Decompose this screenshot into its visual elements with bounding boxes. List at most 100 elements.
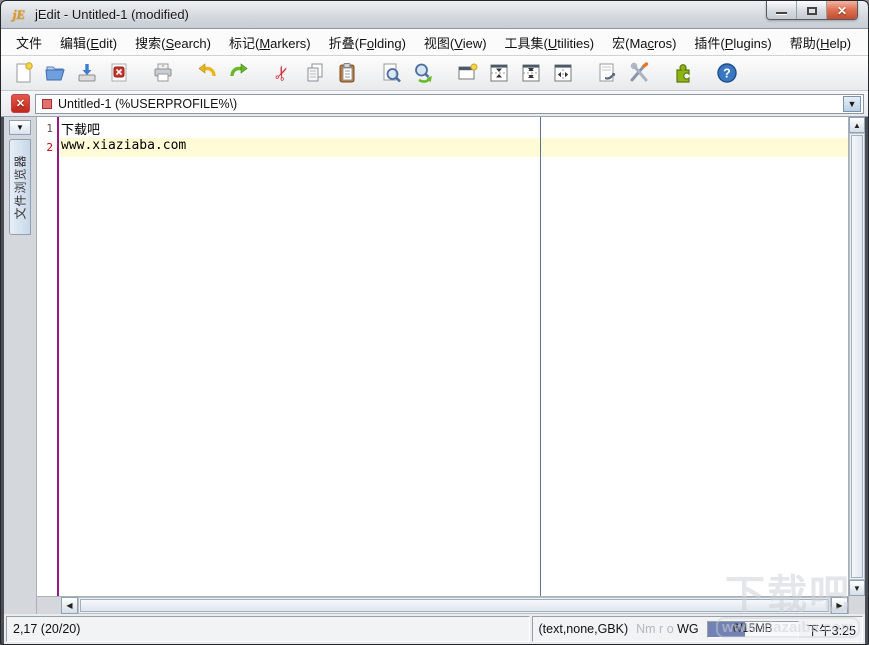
menu-search[interactable]: 搜索(Search) [126,29,220,56]
minimize-button[interactable] [767,1,797,19]
close-buffer-icon [111,63,127,82]
buffer-modified-icon [42,98,52,109]
split-horizontal-icon [522,64,540,82]
menu-view[interactable]: 视图(View) [415,29,496,56]
maximize-icon [806,6,817,15]
dock-menu-button[interactable]: ▼ [9,120,31,135]
left-dock: ▼ 文件浏览器 [4,117,37,614]
editor-line[interactable]: 下载吧 [59,119,848,138]
new-view-button[interactable] [451,58,483,88]
scroll-right-button[interactable]: ▶ [831,597,848,614]
scroll-down-button[interactable]: ▼ [849,580,865,596]
hscroll-spacer [37,597,61,614]
memory-status[interactable]: 6/15MB [706,620,799,638]
save-file-button[interactable] [71,58,103,88]
menu-bar: 文件 编辑(Edit) 搜索(Search) 标记(Markers) 折叠(Foldin… [1,29,868,56]
unsplit-icon [490,64,508,82]
status-flags-inactive: Nm r o [636,622,674,636]
find-next-button[interactable] [407,58,439,88]
paste-button[interactable] [331,58,363,88]
close-button[interactable]: ✕ [827,1,857,19]
plugin-manager-icon [676,64,690,83]
horizontal-scrollbar: ◀ ▶ [37,596,848,614]
new-file-icon [16,62,33,83]
close-buffer-button[interactable]: ✕ [11,94,30,113]
save-file-icon [78,64,96,82]
buffer-dropdown-button[interactable]: ▼ [843,95,861,112]
jedit-logo-icon: jE [12,6,26,22]
cut-button[interactable]: ✂ [267,58,299,88]
paste-icon [339,63,355,83]
close-icon: ✕ [836,3,848,18]
find-next-icon [415,63,432,83]
open-file-icon [45,66,65,81]
redo-button[interactable] [223,58,255,88]
hscroll-thumb[interactable] [80,599,829,612]
title-bar[interactable]: jE jEdit - Untitled-1 (modified) ✕ [1,1,868,29]
print-icon [154,63,172,82]
buffer-mode-status[interactable]: (text,none,GBK) [539,622,629,636]
close-buffer-icon: ✕ [15,98,26,110]
editor-body: 12 下载吧 www.xiaziaba.com [37,117,848,596]
svg-text:?: ? [723,67,731,81]
caret-status[interactable]: 2,17 (20/20) [6,616,530,642]
help-icon: ? [717,63,737,83]
main-area: ▼ 文件浏览器 12 下载吧 www.xiaziaba.com ◀ ▶ ▲ ▼ [4,117,865,614]
window-controls: ✕ [766,1,858,20]
hscroll-track[interactable] [78,597,831,614]
line-number: 2 [46,141,53,154]
status-flags-active: WG [677,622,699,636]
menu-edit[interactable]: 编辑(Edit) [51,29,126,56]
open-file-button[interactable] [39,58,71,88]
global-options-button[interactable] [623,58,655,88]
maximize-button[interactable] [797,1,827,19]
buffer-bar: ✕ Untitled-1 (%USERPROFILE%\) ▼ [1,91,868,117]
scrollbar-corner [849,596,865,614]
text-area[interactable]: 下载吧 www.xiaziaba.com [59,117,848,596]
window-title: jEdit - Untitled-1 (modified) [35,7,189,22]
status-flags: Nm r o WG [636,622,699,636]
undo-icon [198,63,216,77]
plugin-manager-button[interactable] [667,58,699,88]
close-buffer-button[interactable] [103,58,135,88]
unsplit-button[interactable] [483,58,515,88]
print-button[interactable] [147,58,179,88]
line-number: 1 [46,122,53,135]
vscroll-thumb[interactable] [851,135,863,578]
menu-file[interactable]: 文件 [7,29,51,56]
toolbar: ✂ ? [1,56,868,91]
scroll-up-button[interactable]: ▲ [849,117,865,133]
split-horizontal-button[interactable] [515,58,547,88]
file-browser-tab[interactable]: 文件浏览器 [9,139,31,235]
undo-button[interactable] [191,58,223,88]
copy-button[interactable] [299,58,331,88]
minimize-icon [776,12,787,15]
menu-markers[interactable]: 标记(Markers) [220,29,320,56]
menu-folding[interactable]: 折叠(Folding) [320,29,415,56]
menu-help[interactable]: 帮助(Help) [781,29,860,56]
help-button[interactable]: ? [711,58,743,88]
editor-column: 12 下载吧 www.xiaziaba.com ◀ ▶ [37,117,848,614]
clock: 下午3:25 [806,623,856,638]
menu-plugins[interactable]: 插件(Plugins) [685,29,780,56]
editor-line[interactable]: www.xiaziaba.com [59,138,848,157]
buffer-switcher[interactable]: Untitled-1 (%USERPROFILE%\) ▼ [35,93,864,114]
split-vertical-button[interactable] [547,58,579,88]
vscroll-track[interactable] [849,133,865,580]
file-browser-tab-label: 文件浏览器 [13,154,28,220]
find-icon [383,63,401,83]
global-options-icon [630,62,649,82]
buffer-options-button[interactable] [591,58,623,88]
new-view-icon [458,63,478,80]
buffer-options-icon [599,63,616,82]
cut-icon: ✂ [270,61,296,85]
redo-icon [230,63,248,77]
new-file-button[interactable] [7,58,39,88]
menu-macros[interactable]: 宏(Macros) [603,29,685,56]
scroll-left-button[interactable]: ◀ [61,597,78,614]
gutter[interactable]: 12 [37,117,59,596]
copy-icon [307,63,323,82]
split-vertical-icon [554,64,572,82]
menu-utilities[interactable]: 工具集(Utilities) [496,29,604,56]
find-button[interactable] [375,58,407,88]
